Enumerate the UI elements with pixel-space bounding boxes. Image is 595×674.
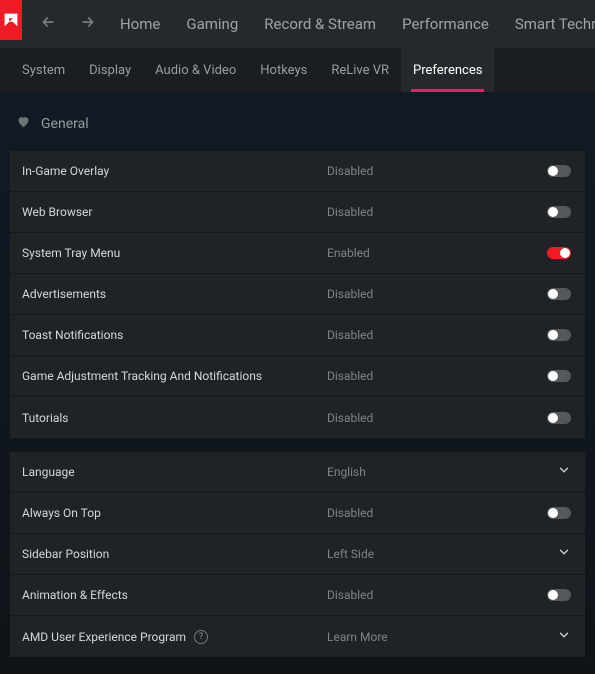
settings-row: LanguageEnglish [10,452,585,493]
amd-logo-icon [0,9,22,31]
top-bar: Home Gaming Record & Stream Performance Smar… [0,0,595,48]
setting-label: Advertisements [10,287,295,301]
settings-row: Toast NotificationsDisabled [10,315,585,356]
setting-value: Disabled [295,588,539,602]
setting-label: Animation & Effects [10,588,295,602]
section-header: General [10,104,585,151]
main-nav: Home Gaming Record & Stream Performance Smar… [114,15,595,33]
setting-value: Disabled [295,369,539,383]
settings-row: Always On TopDisabled [10,493,585,534]
amd-logo[interactable] [0,0,22,40]
settings-row: Animation & EffectsDisabled [10,575,585,616]
main-nav-item-smart-technology[interactable]: Smart Technology [515,15,595,33]
tab-hotkeys[interactable]: Hotkeys [248,48,319,92]
settings-row: AMD User Experience Program?Learn More [10,616,585,657]
setting-label: Always On Top [10,506,295,520]
settings-row: TutorialsDisabled [10,397,585,438]
settings-row: AdvertisementsDisabled [10,274,585,315]
setting-label: Game Adjustment Tracking And Notificatio… [10,369,295,383]
setting-value: Disabled [295,506,539,520]
content-area: General In-Game OverlayDisabledWeb Brows… [0,92,595,674]
back-arrow-icon[interactable] [40,14,56,34]
setting-value: Left Side [295,547,539,561]
settings-row: Web BrowserDisabled [10,192,585,233]
main-nav-item-home[interactable]: Home [120,15,160,33]
settings-row: Sidebar PositionLeft Side [10,534,585,575]
settings-row: System Tray MenuEnabled [10,233,585,274]
toggle-in-game-overlay[interactable] [547,165,571,177]
setting-label: System Tray Menu [10,246,295,260]
toggle-advertisements[interactable] [547,288,571,300]
setting-value: Disabled [295,205,539,219]
settings-row: Game Adjustment Tracking And Notificatio… [10,356,585,397]
setting-label: Tutorials [10,411,295,425]
sub-nav: SystemDisplayAudio & VideoHotkeysReLive … [0,48,595,92]
toggle-system-tray-menu[interactable] [547,247,571,259]
chevron-down-icon[interactable] [557,463,571,481]
settings-group: In-Game OverlayDisabledWeb BrowserDisabl… [10,151,585,438]
toggle-web-browser[interactable] [547,206,571,218]
settings-group: LanguageEnglishAlways On TopDisabledSide… [10,452,585,657]
toggle-tutorials[interactable] [547,412,571,424]
section-title: General [41,116,89,132]
toggle-animation-effects[interactable] [547,589,571,601]
main-nav-item-gaming[interactable]: Gaming [186,15,238,33]
forward-arrow-icon[interactable] [80,14,96,34]
setting-value: English [295,465,539,479]
toggle-game-adjustment-tracking-and-notifications[interactable] [547,370,571,382]
main-nav-item-performance[interactable]: Performance [402,15,489,33]
chevron-down-icon[interactable] [557,628,571,646]
setting-label: AMD User Experience Program? [10,630,295,644]
setting-label: Web Browser [10,205,295,219]
nav-arrows [22,14,114,34]
setting-label: Toast Notifications [10,328,295,342]
tab-audio-video[interactable]: Audio & Video [143,48,248,92]
toggle-always-on-top[interactable] [547,507,571,519]
main-nav-item-record-stream[interactable]: Record & Stream [264,15,376,33]
chevron-down-icon[interactable] [557,545,571,563]
setting-value: Disabled [295,164,539,178]
setting-value: Enabled [295,246,539,260]
setting-label: Language [10,465,295,479]
tab-display[interactable]: Display [77,48,143,92]
heart-icon[interactable] [16,114,31,133]
setting-value: Learn More [295,630,539,644]
tab-relive-vr[interactable]: ReLive VR [319,48,401,92]
setting-value: Disabled [295,328,539,342]
setting-value: Disabled [295,411,539,425]
tab-system[interactable]: System [10,48,77,92]
setting-label: Sidebar Position [10,547,295,561]
tab-preferences[interactable]: Preferences [401,48,494,92]
toggle-toast-notifications[interactable] [547,329,571,341]
help-icon[interactable]: ? [194,630,208,644]
setting-label: In-Game Overlay [10,164,295,178]
settings-row: In-Game OverlayDisabled [10,151,585,192]
setting-value: Disabled [295,287,539,301]
